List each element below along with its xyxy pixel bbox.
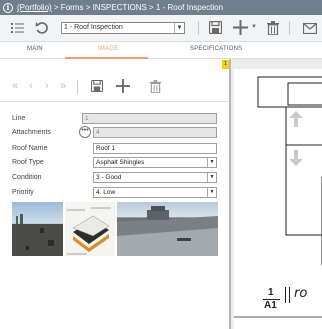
roof-type-value: Asphalt Shingles bbox=[96, 159, 145, 166]
condition-select[interactable]: 3 - Good ▼ bbox=[93, 172, 217, 183]
record-nav-toolbar: « ‹ › » bbox=[0, 72, 229, 102]
condition-value: 3 - Good bbox=[96, 174, 122, 181]
chevron-down-icon[interactable]: ▼ bbox=[174, 23, 184, 33]
list-icon[interactable] bbox=[11, 22, 24, 36]
arrow-up-icon[interactable] bbox=[289, 111, 303, 129]
roof-diagram-thumbnail[interactable] bbox=[65, 202, 115, 256]
trash-icon[interactable] bbox=[150, 80, 161, 96]
arrow-down-icon[interactable] bbox=[289, 150, 303, 168]
priority-select[interactable]: 4. Low ▼ bbox=[93, 187, 217, 198]
roof-photo-thumbnail[interactable] bbox=[12, 202, 63, 256]
save-icon[interactable] bbox=[90, 79, 104, 95]
tab-main[interactable]: MAIN bbox=[27, 46, 43, 52]
previous-record-icon[interactable]: ‹ bbox=[29, 80, 33, 92]
info-icon[interactable]: i bbox=[3, 2, 13, 13]
roof-type-row: Roof Type bbox=[12, 157, 80, 168]
roof-surface-thumbnail[interactable] bbox=[117, 202, 218, 256]
form-panel: « ‹ › » Line 1 Attachments ••• 4 Roof Na… bbox=[0, 62, 229, 329]
toolbar-divider bbox=[198, 21, 199, 35]
chevron-down-icon[interactable]: ▼ bbox=[207, 158, 216, 167]
more-options-icon[interactable]: ••• bbox=[79, 126, 91, 138]
drawing-ref-rule bbox=[285, 287, 286, 303]
add-icon[interactable] bbox=[233, 20, 248, 37]
line-field: 1 bbox=[82, 113, 217, 124]
record-select[interactable]: 1 - Roof Inspection ▼ bbox=[61, 22, 185, 34]
chevron-down-icon[interactable]: ▼ bbox=[207, 188, 216, 197]
add-icon[interactable] bbox=[116, 79, 130, 96]
drawing-ref-rule bbox=[289, 287, 290, 303]
priority-label: Priority bbox=[12, 189, 34, 196]
roof-name-label: Roof Name bbox=[12, 145, 48, 152]
refresh-icon[interactable] bbox=[35, 21, 49, 37]
last-record-icon[interactable]: » bbox=[60, 80, 66, 92]
tab-bar bbox=[0, 42, 322, 59]
chevron-down-icon[interactable]: ▼ bbox=[207, 173, 216, 182]
attachments-row: Attachments bbox=[12, 127, 80, 138]
roof-name-row: Roof Name bbox=[12, 143, 80, 154]
title-bar: i (Portfolio) > Forms > INSPECTIONS > 1 … bbox=[0, 0, 322, 15]
roof-type-select[interactable]: Asphalt Shingles ▼ bbox=[93, 157, 217, 168]
attachments-label: Attachments bbox=[12, 129, 51, 136]
condition-label: Condition bbox=[12, 174, 42, 181]
condition-row: Condition bbox=[12, 172, 80, 183]
roof-name-input[interactable]: Roof 1 bbox=[93, 143, 217, 154]
save-icon[interactable] bbox=[208, 20, 223, 36]
attachment-thumbnails bbox=[12, 202, 218, 256]
record-select-value: 1 - Roof Inspection bbox=[64, 24, 123, 31]
nav-divider bbox=[77, 80, 78, 94]
add-dropdown-chevron-icon[interactable]: ▼ bbox=[251, 24, 257, 30]
tab-specifications[interactable]: SPECIFICATIONS bbox=[190, 46, 242, 52]
breadcrumb-path: > Forms > INSPECTIONS > 1 - Roof Inspect… bbox=[51, 3, 224, 12]
attachments-field: 4 bbox=[93, 127, 217, 138]
line-label: Line bbox=[12, 115, 26, 122]
line-row: Line bbox=[12, 113, 80, 124]
drawing-ref-number: 1 bbox=[268, 287, 274, 298]
roof-type-label: Roof Type bbox=[12, 159, 44, 166]
active-tab-indicator bbox=[65, 57, 148, 59]
drawing-viewer[interactable]: 1 A1 ro bbox=[231, 59, 322, 329]
drawing-ref-sheet: A1 bbox=[264, 300, 277, 311]
toolbar-divider bbox=[289, 21, 290, 35]
breadcrumb: (Portfolio) > Forms > INSPECTIONS > 1 - … bbox=[17, 3, 223, 12]
tab-image[interactable]: IMAGE bbox=[98, 46, 118, 52]
drawing-reference-marker: 1 A1 ro bbox=[263, 286, 315, 319]
priority-value: 4. Low bbox=[96, 189, 116, 196]
drawing-partial-title: ro bbox=[294, 286, 308, 301]
trash-icon[interactable] bbox=[267, 21, 279, 37]
priority-row: Priority bbox=[12, 187, 80, 198]
first-record-icon[interactable]: « bbox=[12, 80, 18, 92]
next-record-icon[interactable]: › bbox=[45, 80, 49, 92]
panel-marker-badge[interactable]: 1 bbox=[222, 60, 229, 69]
mail-icon[interactable] bbox=[302, 22, 318, 36]
breadcrumb-portfolio-link[interactable]: (Portfolio) bbox=[17, 3, 52, 12]
